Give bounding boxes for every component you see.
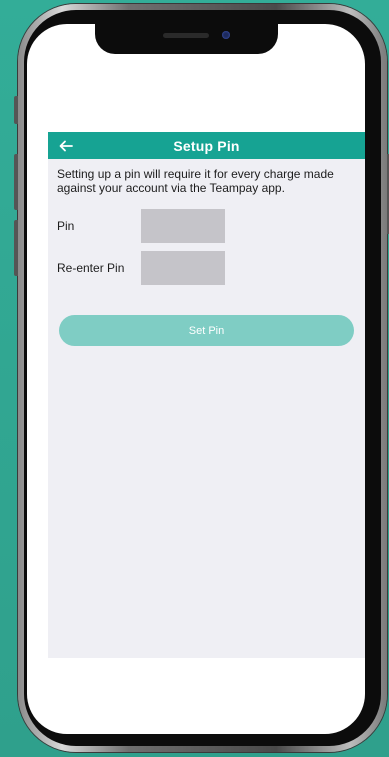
pin-field-row: Pin: [57, 209, 357, 243]
notch: [95, 24, 278, 54]
volume-up-button: [14, 154, 18, 210]
reenter-pin-label: Re-enter Pin: [57, 261, 125, 275]
setup-pin-screen: Setup Pin Setting up a pin will require …: [48, 132, 365, 658]
reenter-pin-field-row: Re-enter Pin: [57, 251, 357, 285]
background: Setup Pin Setting up a pin will require …: [0, 0, 389, 757]
front-camera: [222, 31, 230, 39]
navigation-bar: Setup Pin: [48, 132, 365, 159]
phone-screen: Setup Pin Setting up a pin will require …: [27, 24, 365, 734]
volume-down-button: [14, 220, 18, 276]
page-title: Setup Pin: [173, 137, 240, 154]
mute-switch: [14, 96, 18, 124]
arrow-left-icon: [59, 140, 73, 152]
reenter-pin-input[interactable]: [141, 251, 225, 285]
setup-description: Setting up a pin will require it for eve…: [57, 167, 334, 195]
pin-input[interactable]: [141, 209, 225, 243]
speaker-grille: [163, 33, 209, 38]
back-button[interactable]: [54, 135, 78, 157]
set-pin-button[interactable]: Set Pin: [59, 315, 354, 346]
pin-label: Pin: [57, 219, 75, 233]
